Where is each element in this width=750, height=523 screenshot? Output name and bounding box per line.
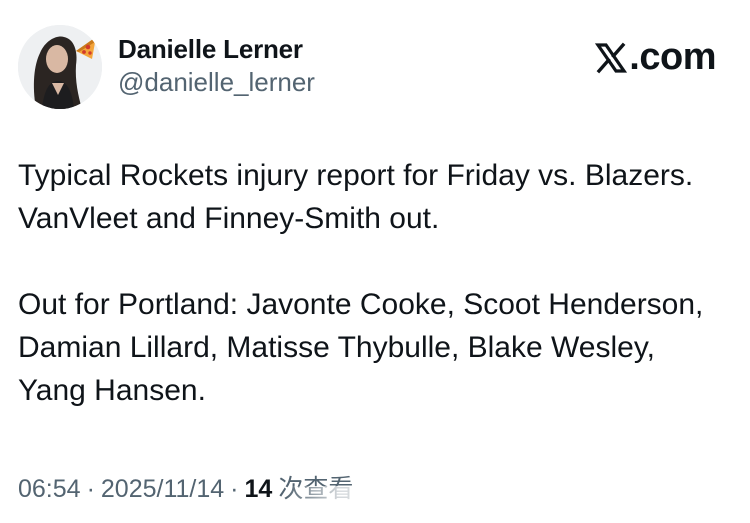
tweet-card: Danielle Lerner @danielle_lerner .com Ty… xyxy=(0,0,750,523)
author-info: Danielle Lerner @danielle_lerner xyxy=(118,33,315,99)
tweet-date[interactable]: 2025/11/14 xyxy=(101,473,224,505)
meta-separator: · xyxy=(86,475,95,503)
tweet-text: Typical Rockets injury report for Friday… xyxy=(18,154,718,412)
tweet-paragraph-1: Typical Rockets injury report for Friday… xyxy=(18,159,694,235)
views-count: 14 xyxy=(244,475,273,503)
tweet-meta: 06:54 · 2025/11/14 · 14 次查看 xyxy=(18,473,353,505)
views-label: 次查看 xyxy=(278,475,354,503)
author-avatar[interactable] xyxy=(18,25,102,109)
x-logo-icon xyxy=(595,42,628,74)
meta-separator: · xyxy=(230,475,239,503)
x-com-brand: .com xyxy=(595,36,716,79)
avatar-photo-icon xyxy=(18,25,102,109)
brand-domain-label: .com xyxy=(629,36,716,78)
tweet-time[interactable]: 06:54 xyxy=(18,473,81,505)
author-display-name[interactable]: Danielle Lerner xyxy=(118,33,315,65)
author-handle[interactable]: @danielle_lerner xyxy=(118,65,315,99)
tweet-paragraph-2: Out for Portland: Javonte Cooke, Scoot H… xyxy=(18,288,704,407)
